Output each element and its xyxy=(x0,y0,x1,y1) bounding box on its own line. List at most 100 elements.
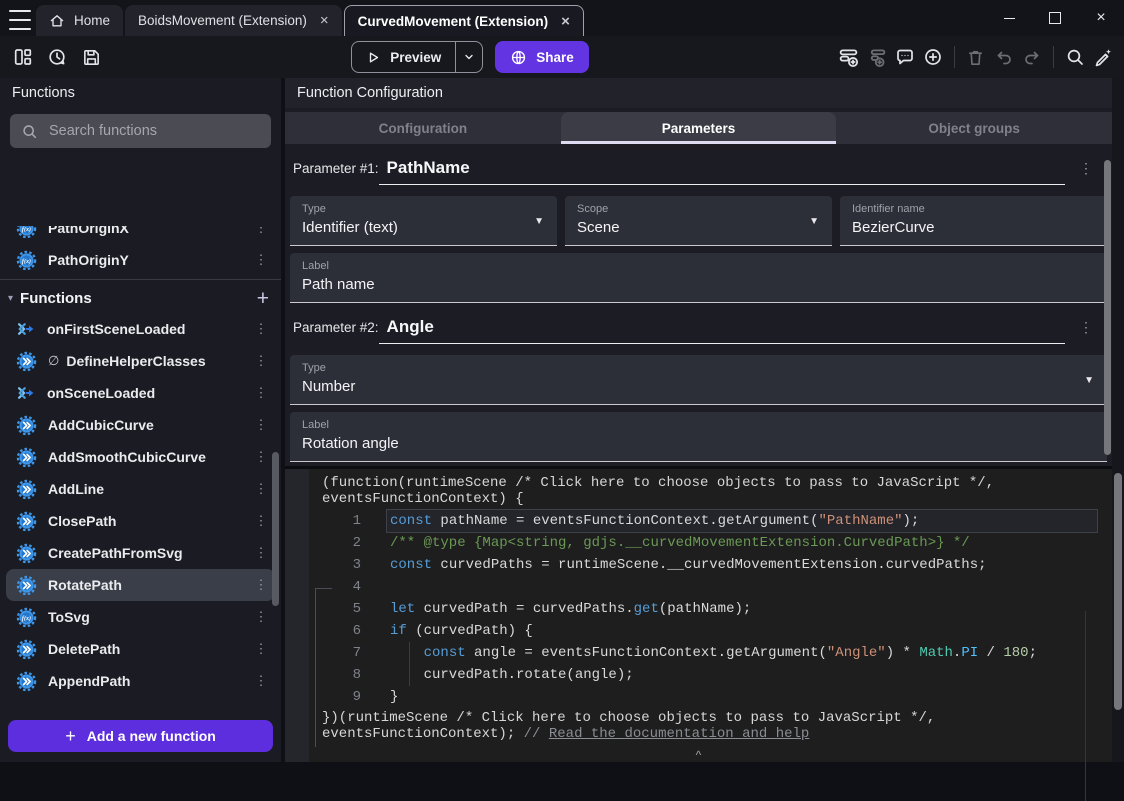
line-number: 1 xyxy=(309,510,361,532)
tab-curvedmovement-extension[interactable]: CurvedMovement (Extension)× xyxy=(344,5,584,36)
add-circle-icon[interactable] xyxy=(920,44,946,70)
code-line-1[interactable]: 1const pathName = eventsFunctionContext.… xyxy=(309,510,1112,532)
function-item-closepath[interactable]: ClosePath ⋮ xyxy=(6,505,275,537)
close-tab-icon[interactable]: × xyxy=(320,13,329,28)
tab-parameters[interactable]: Parameters xyxy=(561,112,837,144)
identifier-name-field[interactable]: Identifier nameBezierCurve xyxy=(840,196,1107,246)
field-label: Label xyxy=(302,419,1095,431)
kebab-menu-icon[interactable]: ⋮ xyxy=(253,513,269,529)
kebab-menu-icon[interactable]: ⋮ xyxy=(253,321,269,337)
sidebar-scrollbar[interactable] xyxy=(272,452,279,606)
kebab-menu-icon[interactable]: ⋮ xyxy=(253,673,269,689)
kebab-menu-icon[interactable]: ⋮ xyxy=(253,609,269,625)
menu-icon[interactable] xyxy=(9,8,31,32)
divider xyxy=(954,46,955,68)
code-line-4[interactable]: 4 xyxy=(309,576,1112,598)
preview-button[interactable]: Preview xyxy=(352,42,455,72)
function-item-addline[interactable]: AddLine⋮ xyxy=(6,473,275,505)
code-line-7[interactable]: 7 const angle = eventsFunctionContext.ge… xyxy=(309,642,1112,664)
save-icon[interactable] xyxy=(78,44,104,70)
magic-pen-icon[interactable] xyxy=(1090,44,1116,70)
type-dropdown[interactable]: TypeNumber▼ xyxy=(290,355,1107,405)
function-item-appendpath[interactable]: AppendPath⋮ xyxy=(6,665,275,697)
search-input[interactable] xyxy=(47,122,260,140)
kebab-menu-icon[interactable]: ⋮ xyxy=(253,353,269,369)
code-editor-body[interactable]: (function(runtimeScene /* Click here to … xyxy=(309,469,1112,762)
code-line-5[interactable]: 5let curvedPath = curvedPaths.get(pathNa… xyxy=(309,598,1112,620)
function-name: AddSmoothCubicCurve xyxy=(48,449,242,465)
add-function-button[interactable]: + Add a new function xyxy=(8,720,273,752)
label-field[interactable]: LabelPath name xyxy=(290,253,1107,303)
kebab-menu-icon[interactable]: ⋮ xyxy=(253,545,269,561)
scope-dropdown[interactable]: ScopeScene▼ xyxy=(565,196,832,246)
function-item-deletepath[interactable]: DeletePath⋮ xyxy=(6,633,275,665)
scrollbar-rail xyxy=(1112,78,1124,762)
code-line-9[interactable]: 9} xyxy=(309,686,1112,708)
search-box[interactable] xyxy=(10,114,271,148)
maximize-button[interactable] xyxy=(1032,0,1078,36)
code-token: let xyxy=(390,601,415,617)
kebab-menu-icon[interactable]: ⋮ xyxy=(1065,319,1107,336)
kebab-menu-icon[interactable]: ⋮ xyxy=(253,449,269,465)
code-editor-scrollbar[interactable] xyxy=(1114,473,1122,710)
tab-boidsmovement-extension[interactable]: BoidsMovement (Extension)× xyxy=(125,5,342,36)
collapse-editor-handle[interactable]: ^ xyxy=(285,750,1112,761)
kebab-menu-icon[interactable]: ⋮ xyxy=(253,577,269,593)
minimize-button[interactable] xyxy=(986,0,1032,36)
kebab-menu-icon[interactable]: ⋮ xyxy=(253,641,269,657)
function-item-onfirstsceneloaded[interactable]: onFirstSceneLoaded⋮ xyxy=(6,313,275,345)
parameter-name-input[interactable]: PathName xyxy=(379,158,1065,185)
kebab-menu-icon[interactable]: ⋮ xyxy=(1065,160,1107,177)
function-item-definehelperclasses[interactable]: ∅DefineHelperClasses⋮ xyxy=(6,345,275,377)
code-line-8[interactable]: 8 curvedPath.rotate(angle); xyxy=(309,664,1112,686)
history-icon[interactable] xyxy=(44,44,70,70)
code-token: PI xyxy=(961,645,978,661)
dropdown-caret-icon: ▼ xyxy=(534,216,544,227)
kebab-menu-icon[interactable]: ⋮ xyxy=(253,226,269,236)
functions-section-header[interactable]: ▾Functions+ xyxy=(0,283,281,313)
code-line-2[interactable]: 2/** @type {Map<string, gdjs.__curvedMov… xyxy=(309,532,1112,554)
function-item-pathoriginy[interactable]: f(x)PathOriginY⋮ xyxy=(6,244,275,276)
search-icon[interactable] xyxy=(1062,44,1088,70)
parameter-name-input[interactable]: Angle xyxy=(379,317,1065,344)
comment-prefix: // xyxy=(524,726,549,742)
code-lines[interactable]: 1const pathName = eventsFunctionContext.… xyxy=(309,510,1112,708)
documentation-link[interactable]: Read the documentation and help xyxy=(549,726,809,742)
preview-split-button: Preview xyxy=(351,41,483,73)
add-comment-icon[interactable] xyxy=(892,44,918,70)
tab-home[interactable]: Home xyxy=(36,5,123,36)
function-item-pathoriginx[interactable]: f(x)PathOriginX⋮ xyxy=(6,226,275,244)
add-function-plus-icon[interactable]: + xyxy=(257,288,269,309)
share-button[interactable]: Share xyxy=(495,41,589,73)
preview-dropdown-button[interactable] xyxy=(456,42,482,72)
add-function-label: Add a new function xyxy=(87,728,216,744)
function-item-addcubiccurve[interactable]: AddCubicCurve⋮ xyxy=(6,409,275,441)
add-event-icon[interactable] xyxy=(836,44,862,70)
function-item-duplicatedpath[interactable]: DuplicatedPath⋮ xyxy=(6,697,275,698)
tab-configuration[interactable]: Configuration xyxy=(285,112,561,144)
tab-object-groups[interactable]: Object groups xyxy=(836,112,1112,144)
kebab-menu-icon[interactable]: ⋮ xyxy=(253,417,269,433)
parameters-scrollbar[interactable] xyxy=(1104,160,1111,455)
function-item-rotatepath[interactable]: RotatePath⋮ xyxy=(6,569,275,601)
function-item-tosvg[interactable]: f(x)ToSvg⋮ xyxy=(6,601,275,633)
project-manager-icon[interactable] xyxy=(10,44,36,70)
close-tab-icon[interactable]: × xyxy=(561,14,570,29)
line-text: /** @type {Map<string, gdjs.__curvedMove… xyxy=(387,532,1097,554)
function-name: ClosePath xyxy=(48,513,242,529)
function-item-addsmoothcubiccurve[interactable]: AddSmoothCubicCurve ⋮ xyxy=(6,441,275,473)
type-dropdown[interactable]: TypeIdentifier (text)▼ xyxy=(290,196,557,246)
kebab-menu-icon[interactable]: ⋮ xyxy=(253,252,269,268)
code-editor[interactable]: (function(runtimeScene /* Click here to … xyxy=(285,466,1112,762)
function-item-createpathfromsvg[interactable]: CreatePathFromSvg⋮ xyxy=(6,537,275,569)
redo-icon xyxy=(1019,44,1045,70)
code-line-3[interactable]: 3const curvedPaths = runtimeScene.__curv… xyxy=(309,554,1112,576)
function-name: DefineHelperClasses xyxy=(66,353,242,369)
code-line-6[interactable]: 6if (curvedPath) { xyxy=(309,620,1112,642)
kebab-menu-icon[interactable]: ⋮ xyxy=(253,385,269,401)
label-field[interactable]: LabelRotation angle xyxy=(290,412,1107,462)
close-button[interactable]: × xyxy=(1078,0,1124,36)
tab-label: Home xyxy=(74,13,110,28)
function-item-onsceneloaded[interactable]: onSceneLoaded⋮ xyxy=(6,377,275,409)
kebab-menu-icon[interactable]: ⋮ xyxy=(253,481,269,497)
